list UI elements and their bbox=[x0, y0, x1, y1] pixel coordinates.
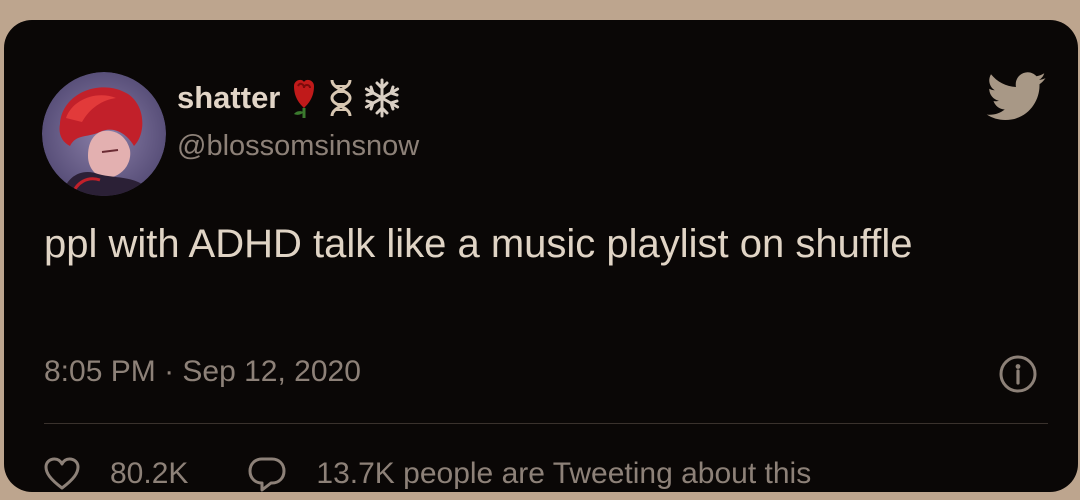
tweet-actions: 80.2K 13.7K people are Tweeting about th… bbox=[44, 452, 811, 496]
twitter-bird-icon[interactable] bbox=[986, 72, 1048, 122]
tweet-date[interactable]: Sep 12, 2020 bbox=[182, 355, 361, 388]
rose-icon bbox=[288, 78, 320, 118]
avatar[interactable] bbox=[42, 72, 166, 196]
like-button[interactable]: 80.2K bbox=[44, 457, 188, 491]
display-name-row[interactable]: shatter bbox=[177, 78, 402, 118]
user-handle[interactable]: @blossomsinsnow bbox=[177, 130, 419, 163]
display-name[interactable]: shatter bbox=[177, 80, 280, 116]
conversation-link[interactable]: 13.7K people are Tweeting about this bbox=[248, 456, 811, 492]
like-count[interactable]: 80.2K bbox=[110, 457, 188, 491]
tweet-text: ppl with ADHD talk like a music playlist… bbox=[44, 222, 913, 266]
dna-icon bbox=[328, 78, 354, 118]
info-icon[interactable] bbox=[998, 354, 1038, 394]
snowflake-icon bbox=[362, 78, 402, 118]
tweet-time[interactable]: 8:05 PM bbox=[44, 355, 156, 388]
timestamp-separator: · bbox=[155, 355, 183, 388]
divider bbox=[44, 423, 1048, 424]
tweet-card[interactable]: shatter @blossomsinsnow ppl with ADHD ta… bbox=[4, 20, 1078, 492]
conversation-text[interactable]: 13.7K people are Tweeting about this bbox=[316, 457, 811, 491]
tweet-timestamp[interactable]: 8:05 PM · Sep 12, 2020 bbox=[44, 352, 361, 392]
heart-icon[interactable] bbox=[44, 457, 80, 491]
speech-bubble-icon[interactable] bbox=[248, 456, 286, 492]
